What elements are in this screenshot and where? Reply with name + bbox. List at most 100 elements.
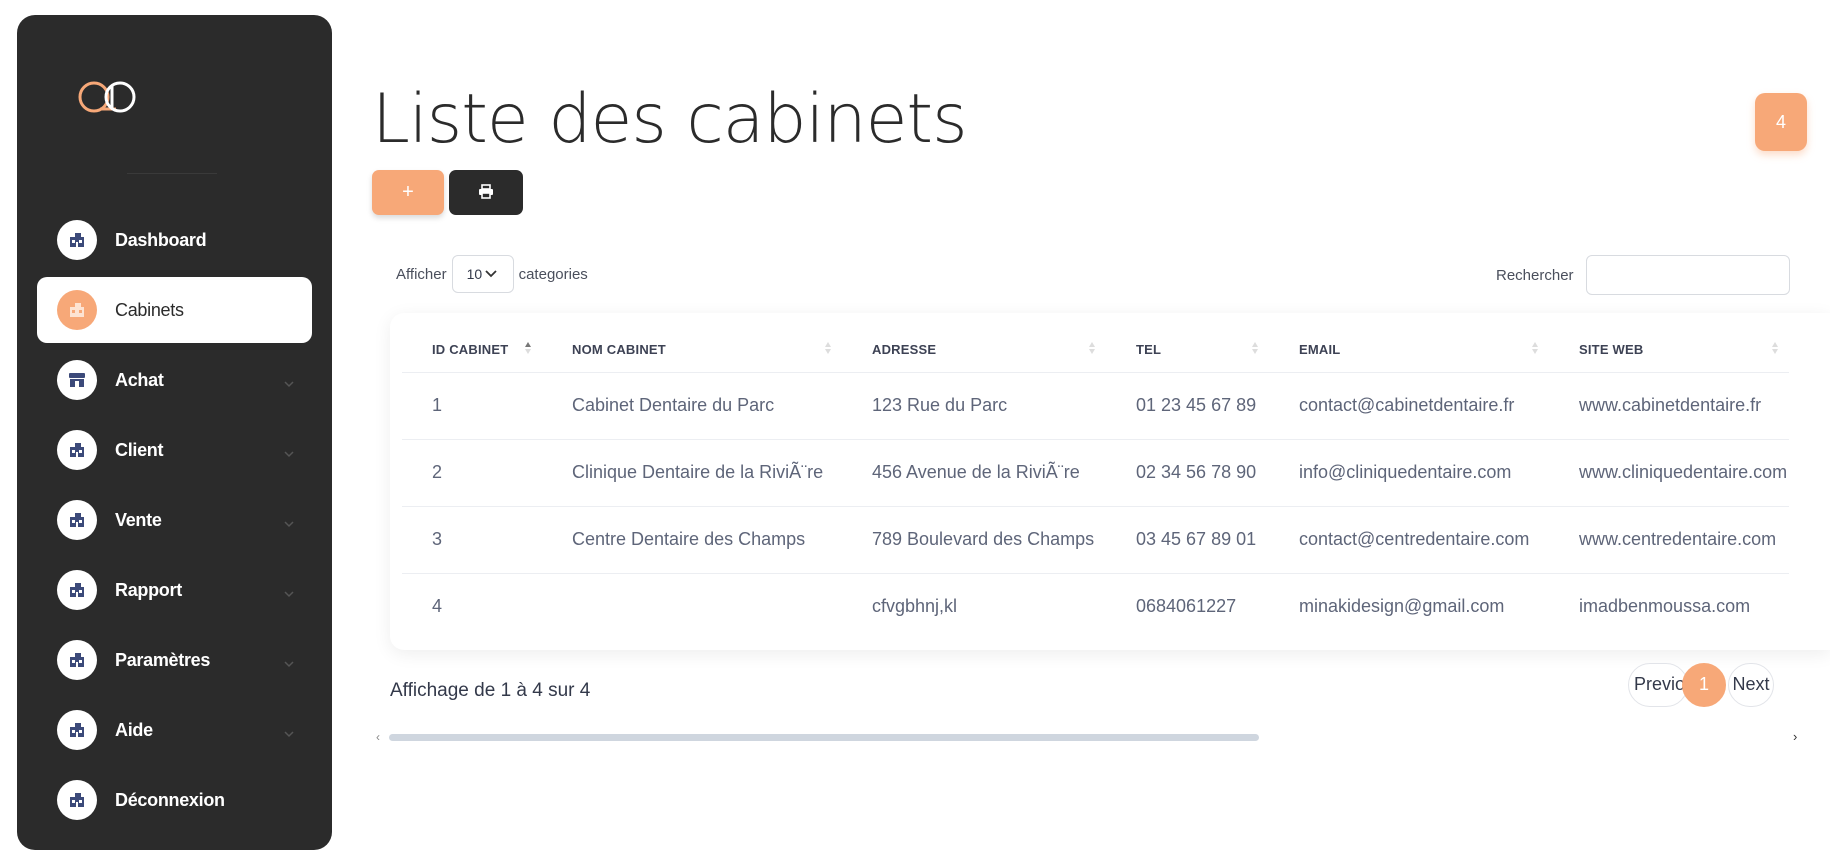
table-header-row: ID CABINET NOM CABINET ADRESSE TEL EMAIL… xyxy=(402,328,1789,373)
table-body: 1 Cabinet Dentaire du Parc 123 Rue du Parc… xyxy=(402,372,1789,640)
page-length-prefix: Afficher xyxy=(396,265,447,283)
sidebar-item-label: Vente xyxy=(115,509,162,530)
cell-adresse: cfvgbhnj,kl xyxy=(872,596,958,617)
sidebar-item-label: Paramètres xyxy=(115,649,211,670)
sidebar-item-label: Déconnexion xyxy=(115,789,225,810)
cell-nom: Cabinet Dentaire du Parc xyxy=(542,372,842,440)
table-row[interactable]: 2 Clinique Dentaire de la RiviÃ¨re 456 Ave… xyxy=(402,439,1789,507)
sidebar-nav: Dashboard Cabinets Achat Client Vente Rapport… xyxy=(17,207,332,837)
cell-nom: Clinique Dentaire de la RiviÃ¨re xyxy=(542,439,842,507)
building-icon xyxy=(57,570,97,610)
search-control: Rechercher xyxy=(1496,255,1790,295)
column-header-email[interactable]: EMAIL xyxy=(1269,328,1549,373)
cell-site-web: www.cabinetdentaire.fr xyxy=(1549,372,1789,440)
sidebar-item-label: Aide xyxy=(115,719,153,740)
sidebar-item-label: Cabinets xyxy=(115,299,184,320)
column-header-site-web[interactable]: SITE WEB xyxy=(1549,328,1789,373)
add-cabinet-button[interactable]: + xyxy=(372,170,444,215)
sidebar-item-rapport[interactable]: Rapport xyxy=(37,557,312,623)
cell-site-web: www.cliniquedentaire.com xyxy=(1549,439,1789,507)
building-icon xyxy=(57,640,97,680)
app-logo[interactable] xyxy=(72,75,152,120)
table-row[interactable]: 3 Centre Dentaire des Champs 789 Boulevard… xyxy=(402,506,1789,574)
cell-adresse: 456 Avenue de la RiviÃ¨re xyxy=(842,439,1106,507)
sidebar: Dashboard Cabinets Achat Client Vente Rapport… xyxy=(17,15,332,850)
cell-adresse: 123 Rue du Parc xyxy=(842,372,1106,440)
page-title: Liste des cabinets xyxy=(372,80,967,159)
cell-tel: 01 23 45 67 89 xyxy=(1106,372,1269,440)
cell-adresse: 789 Boulevard des Champs xyxy=(842,506,1106,574)
page-button-current[interactable]: 1 xyxy=(1682,662,1726,707)
scroll-left-arrow-icon[interactable]: ‹ xyxy=(376,730,380,744)
building-icon xyxy=(57,780,97,820)
next-page-button[interactable]: Next xyxy=(1728,662,1774,707)
cell-email: info@cliniquedentaire.com xyxy=(1269,439,1549,507)
cell-id: 1 xyxy=(402,372,542,440)
sort-icon xyxy=(1251,341,1259,358)
cabinets-table: ID CABINET NOM CABINET ADRESSE TEL EMAIL… xyxy=(402,328,1789,640)
cell-id: 4 xyxy=(432,596,443,617)
notification-badge[interactable]: 4 xyxy=(1755,93,1807,151)
scroll-right-arrow-icon[interactable]: › xyxy=(1793,729,1797,744)
printer-icon xyxy=(478,183,494,202)
previous-page-button[interactable]: Previous xyxy=(1628,662,1688,707)
table-card: ID CABINET NOM CABINET ADRESSE TEL EMAIL… xyxy=(390,313,1830,650)
cell-tel: 03 45 67 89 01 xyxy=(1106,506,1269,574)
sidebar-item-achat[interactable]: Achat xyxy=(37,347,312,413)
sidebar-item-parametres[interactable]: Paramètres xyxy=(37,627,312,693)
pagination: Previous 1 Next xyxy=(1628,662,1774,707)
sidebar-item-label: Dashboard xyxy=(115,229,207,250)
cell-id: 2 xyxy=(402,439,542,507)
building-icon xyxy=(57,710,97,750)
sidebar-item-cabinets[interactable]: Cabinets xyxy=(37,277,312,343)
column-header-id[interactable]: ID CABINET xyxy=(402,328,542,373)
column-header-nom[interactable]: NOM CABINET xyxy=(542,328,842,373)
sidebar-item-label: Achat xyxy=(115,369,164,390)
page-length-suffix: categories xyxy=(518,265,588,283)
logo-divider xyxy=(127,173,217,174)
column-header-tel[interactable]: TEL xyxy=(1106,328,1269,373)
sidebar-item-vente[interactable]: Vente xyxy=(37,487,312,553)
table-row[interactable]: 4 cfvgbhnj,kl 0684061227 minakidesign@gmail… xyxy=(402,573,1789,640)
sidebar-item-label: Client xyxy=(115,439,164,460)
chevron-down-icon[interactable] xyxy=(284,655,294,668)
chevron-down-icon[interactable] xyxy=(284,515,294,528)
print-button[interactable] xyxy=(449,170,523,215)
sort-icon xyxy=(1771,341,1779,358)
sidebar-item-aide[interactable]: Aide xyxy=(37,697,312,763)
building-icon xyxy=(57,500,97,540)
building-icon xyxy=(57,220,97,260)
chevron-down-icon[interactable] xyxy=(284,445,294,458)
cell-nom: Centre Dentaire des Champs xyxy=(542,506,842,574)
building-icon xyxy=(57,290,97,330)
cell-email: contact@cabinetdentaire.fr xyxy=(1269,372,1549,440)
store-icon xyxy=(57,360,97,400)
cell-id: 3 xyxy=(402,506,542,574)
sidebar-item-label: Rapport xyxy=(115,579,182,600)
sort-icon xyxy=(1088,341,1096,358)
sidebar-item-deconnexion[interactable]: Déconnexion xyxy=(37,767,312,833)
table-info: Affichage de 1 à 4 sur 4 xyxy=(390,680,591,701)
chevron-down-icon[interactable] xyxy=(284,725,294,738)
chevron-down-icon[interactable] xyxy=(284,585,294,598)
sort-icon xyxy=(824,341,832,358)
building-icon xyxy=(57,430,97,470)
cell-nom xyxy=(542,573,842,640)
chevron-down-icon xyxy=(484,270,497,278)
page-length-value: 10 xyxy=(466,266,483,282)
page-length-select[interactable]: 10 xyxy=(451,255,514,293)
cell-email: contact@centredentaire.com xyxy=(1269,506,1549,574)
sort-asc-icon xyxy=(524,341,532,358)
search-label: Rechercher xyxy=(1496,266,1574,284)
cell-tel: 0684061227 xyxy=(1136,596,1237,617)
sidebar-item-client[interactable]: Client xyxy=(37,417,312,483)
sort-icon xyxy=(1531,341,1539,358)
sidebar-item-dashboard[interactable]: Dashboard xyxy=(37,207,312,273)
search-input[interactable] xyxy=(1585,255,1790,295)
table-row[interactable]: 1 Cabinet Dentaire du Parc 123 Rue du Parc… xyxy=(402,372,1789,440)
column-header-adresse[interactable]: ADRESSE xyxy=(842,328,1106,373)
cell-tel: 02 34 56 78 90 xyxy=(1106,439,1269,507)
page-length-control: Afficher 10 categories xyxy=(396,255,588,293)
chevron-down-icon[interactable] xyxy=(284,375,294,388)
horizontal-scrollbar[interactable] xyxy=(389,734,1259,741)
